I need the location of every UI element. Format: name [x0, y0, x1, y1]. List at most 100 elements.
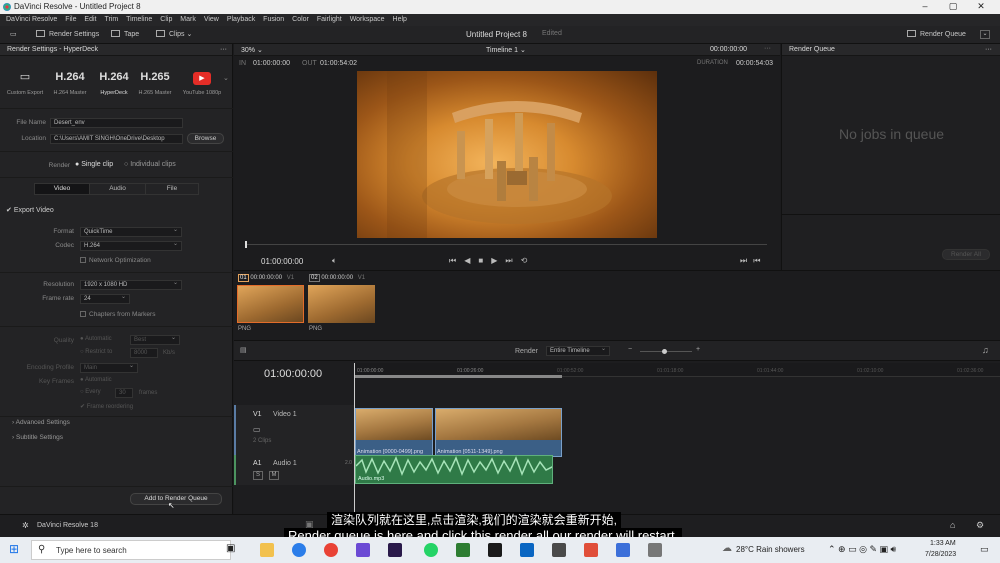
teams-icon[interactable]	[356, 543, 370, 557]
track-header-v1[interactable]: V1 Video 1 ▭ 2 Clips	[234, 405, 354, 455]
clock-date[interactable]: 7/28/2023	[925, 551, 956, 558]
render-range-select[interactable]: Entire Timeline	[546, 345, 610, 356]
frame-reordering-checkbox[interactable]: ✔ Frame reordering	[80, 403, 133, 410]
viewer-options-icon[interactable]: ···	[764, 45, 771, 52]
preset-h264-master[interactable]: H.264 H.264 Master	[47, 68, 93, 96]
zoom-out-icon[interactable]: −	[628, 346, 632, 353]
menu-help[interactable]: Help	[393, 14, 407, 26]
zoom-select[interactable]: 30% ⌄	[241, 46, 263, 54]
menu-mark[interactable]: Mark	[180, 14, 196, 26]
play-reverse-icon[interactable]: ◀	[464, 256, 478, 265]
solo-button[interactable]: S	[253, 471, 263, 480]
edge-icon[interactable]	[292, 543, 306, 557]
menu-playback[interactable]: Playback	[227, 14, 255, 26]
render-queue-toggle[interactable]: Render Queue	[907, 30, 966, 38]
track-header-a1[interactable]: A1 Audio 1 2.0 S M	[234, 455, 354, 485]
clock-time[interactable]: 1:33 AM	[930, 540, 956, 547]
preset-youtube[interactable]: ▶ YouTube 1080p	[179, 68, 225, 96]
photoshop-icon[interactable]	[520, 543, 534, 557]
add-to-render-queue-button[interactable]: Add to Render Queue	[130, 493, 222, 505]
chapters-checkbox[interactable]: Chapters from Markers	[80, 311, 155, 318]
timeline-video-clip-1[interactable]: Animation [0000-0499].png	[355, 408, 433, 457]
quality-automatic-radio[interactable]: ● Automatic	[80, 336, 112, 342]
tab-file[interactable]: File	[145, 184, 198, 194]
individual-clips-radio[interactable]: ○ Individual clips	[124, 161, 176, 168]
timeline-select[interactable]: Timeline 1 ⌄	[486, 46, 526, 54]
menu-file[interactable]: File	[65, 14, 76, 26]
keyframes-automatic-radio[interactable]: ● Automatic	[80, 377, 112, 383]
close-button[interactable]: ✕	[966, 1, 996, 12]
tab-video[interactable]: Video	[35, 184, 89, 194]
export-video-checkbox[interactable]: ✔ Export Video	[6, 206, 54, 214]
timeline-audio-clip[interactable]: Audio.mp3	[355, 455, 553, 484]
home-icon[interactable]: ⌂	[950, 520, 955, 530]
menu-clip[interactable]: Clip	[160, 14, 172, 26]
preset-custom-export[interactable]: ▭ Custom Export	[2, 68, 48, 96]
timeline-view-icon[interactable]: ▤	[240, 346, 247, 354]
mute-button[interactable]: M	[269, 471, 279, 480]
weather-text[interactable]: 28°C Rain showers	[736, 545, 805, 554]
restrict-input[interactable]: 8000	[130, 348, 158, 358]
browse-button[interactable]: Browse	[187, 133, 224, 144]
expand-icon[interactable]: ⌄	[980, 30, 990, 39]
zoom-slider-handle[interactable]	[662, 349, 667, 354]
framerate-select[interactable]: 24	[80, 293, 130, 304]
tape-toggle[interactable]: Tape	[111, 30, 139, 38]
minimize-button[interactable]: –	[910, 1, 940, 11]
clips-toggle[interactable]: Clips ⌄	[156, 30, 192, 38]
tab-audio[interactable]: Audio	[89, 184, 145, 194]
go-to-start-icon[interactable]: ⏮︎	[449, 256, 464, 265]
quality-select[interactable]: Best	[130, 334, 180, 345]
app-icon-red[interactable]	[584, 543, 598, 557]
menu-davinci[interactable]: DaVinci Resolve	[6, 14, 57, 26]
encoding-profile-select[interactable]: Main	[80, 362, 138, 373]
audio-meter-icon[interactable]: ♫	[982, 345, 989, 355]
menu-timeline[interactable]: Timeline	[126, 14, 152, 26]
davinci-taskbar-icon[interactable]	[488, 543, 502, 557]
chrome-icon[interactable]	[324, 543, 338, 557]
timeline-ruler[interactable]: 01:00:00:00 01:00:26:00 01:00:52:00 01:0…	[354, 363, 1000, 378]
every-input[interactable]: 30	[115, 388, 133, 398]
taskbar-search-box[interactable]: ⚲ Type here to search	[31, 540, 231, 560]
app-icon-dark[interactable]	[552, 543, 566, 557]
play-icon[interactable]: ▶	[491, 256, 505, 265]
app-icon-gray[interactable]	[648, 543, 662, 557]
volume-icon[interactable]: 🔈︎	[332, 256, 337, 266]
preset-h265-master[interactable]: H.265 H.265 Master	[132, 68, 178, 96]
render-settings-toggle[interactable]: Render Settings	[36, 30, 99, 38]
resolution-select[interactable]: 1920 x 1080 HD	[80, 279, 182, 290]
subtitle-settings-expander[interactable]: › Subtitle Settings	[12, 434, 63, 441]
prev-clip-icon[interactable]: ⏮︎	[753, 256, 766, 265]
menu-fairlight[interactable]: Fairlight	[317, 14, 342, 26]
advanced-settings-expander[interactable]: › Advanced Settings	[12, 419, 70, 426]
monitor-icon[interactable]: ▭	[10, 30, 17, 38]
menu-edit[interactable]: Edit	[84, 14, 96, 26]
menu-trim[interactable]: Trim	[104, 14, 118, 26]
presets-more-icon[interactable]: ⌄	[223, 74, 229, 82]
restrict-to-radio[interactable]: ○ Restrict to	[80, 349, 112, 355]
notifications-icon[interactable]: ▭	[980, 544, 989, 555]
maximize-button[interactable]: ▢	[938, 1, 968, 12]
render-all-button[interactable]: Render All	[942, 249, 990, 260]
preset-hyperdeck[interactable]: H.264 HyperDeck	[91, 68, 137, 96]
clip-2-thumbnail[interactable]	[308, 285, 375, 323]
codec-select[interactable]: H.264	[80, 240, 182, 251]
render-queue-options-icon[interactable]: ···	[985, 44, 992, 56]
after-effects-icon[interactable]	[388, 543, 402, 557]
menu-view[interactable]: View	[204, 14, 219, 26]
playhead-marker[interactable]	[245, 241, 247, 248]
task-view-icon[interactable]: ▣	[226, 543, 235, 554]
network-optimization-checkbox[interactable]: Network Optimization	[80, 257, 151, 264]
file-name-input[interactable]: Desert_env	[50, 118, 183, 128]
menu-fusion[interactable]: Fusion	[263, 14, 284, 26]
location-input[interactable]: C:\Users\AMIT SINGH\OneDrive\Desktop	[50, 134, 183, 144]
file-explorer-icon[interactable]	[260, 543, 274, 557]
whatsapp-icon[interactable]	[424, 543, 438, 557]
menu-workspace[interactable]: Workspace	[350, 14, 385, 26]
settings-gear-icon[interactable]: ⚙	[976, 520, 984, 531]
next-clip-icon[interactable]: ⏭︎	[740, 256, 753, 265]
windows-start-icon[interactable]: ⊞	[9, 542, 19, 556]
menu-color[interactable]: Color	[292, 14, 309, 26]
panel-options-icon[interactable]: ···	[220, 44, 227, 56]
app-icon-green[interactable]	[456, 543, 470, 557]
